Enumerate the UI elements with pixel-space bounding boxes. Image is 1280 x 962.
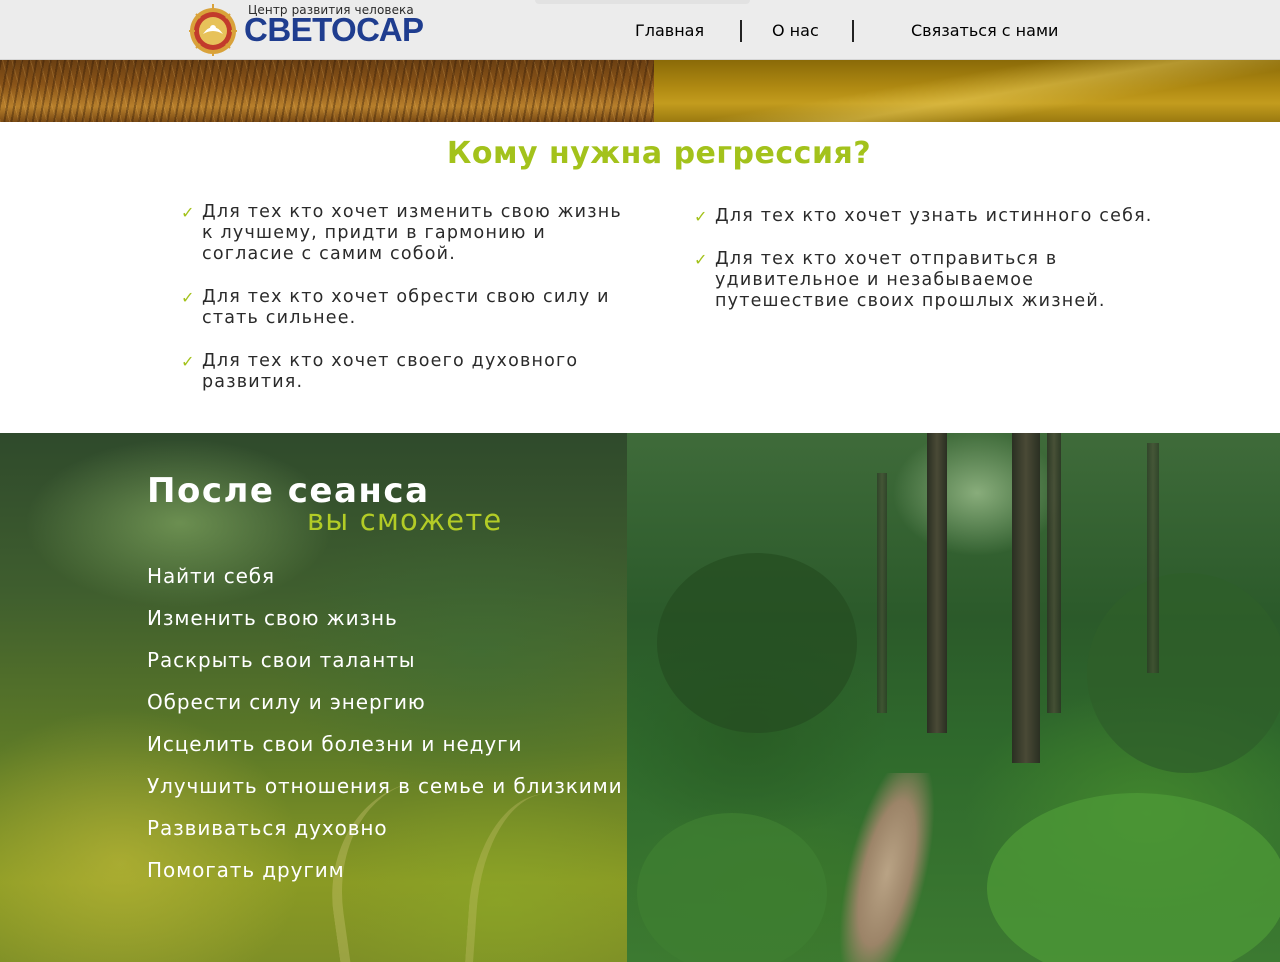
nav-item-home[interactable]: Главная [635,0,704,60]
tree-trunk [1047,433,1061,713]
list-item: ✓ Для тех кто хочет обрести свою силу и … [181,287,632,329]
benefits-list: Найти себя Изменить свою жизнь Раскрыть … [147,555,623,891]
tree-trunk [1012,433,1040,763]
nav-item-contact[interactable]: Связаться с нами [911,0,1058,60]
forest-path-image [627,433,1280,962]
nav-link-home[interactable]: Главная [635,21,704,40]
banner-field-image [0,60,654,122]
section-title: Кому нужна регрессия? [446,136,872,171]
after-session-subtitle: вы сможете [307,503,503,537]
list-item: ✓ Для тех кто хочет узнать истинного себ… [694,206,1165,227]
check-icon: ✓ [694,207,709,226]
list-item: Помогать другим [147,858,345,882]
list-item: Найти себя [147,564,275,588]
logo[interactable]: Центр развития человека СВЕТОСАР [186,2,426,58]
list-item: ✓ Для тех кто хочет своего духовного раз… [181,351,632,393]
tree-trunk [1147,443,1159,673]
hero-banner-strip [0,60,1280,122]
list-item: Улучшить отношения в семье и близкими [147,774,623,798]
check-icon: ✓ [181,203,196,222]
check-icon: ✓ [694,250,709,269]
list-item: ✓ Для тех кто хочет изменить свою жизнь … [181,202,632,265]
list-item: Развиваться духовно [147,816,388,840]
site-header: Центр развития человека СВЕТОСАР Главная… [0,0,1280,60]
list-item-text: Для тех кто хочет изменить свою жизнь к … [202,202,622,264]
check-icon: ✓ [181,352,196,371]
who-needs-section: Кому нужна регрессия? ✓ Для тех кто хоче… [0,122,1280,433]
list-item: Обрести силу и энергию [147,690,426,714]
check-icon: ✓ [181,288,196,307]
banner-road-image [654,60,1280,122]
logo-emblem-icon [189,4,237,56]
nav-link-contact[interactable]: Связаться с нами [911,21,1058,40]
list-item: Изменить свою жизнь [147,606,398,630]
tree-trunk [877,473,887,713]
after-session-section: После сеанса вы сможете Найти себя Измен… [0,433,1280,962]
list-item: ✓ Для тех кто хочет отправиться в удивит… [694,249,1115,312]
nav-divider [740,20,742,42]
nav-divider [852,20,854,42]
foliage-shape [1087,573,1280,773]
list-item: Раскрыть свои таланты [147,648,416,672]
foliage-shape [637,813,827,962]
list-item: Исцелить свои болезни и недуги [147,732,523,756]
foliage-shape [987,793,1280,962]
foliage-shape [657,553,857,733]
tree-trunk [927,433,947,733]
logo-name: СВЕТОСАР [244,11,424,48]
list-item-text: Для тех кто хочет обрести свою силу и ст… [202,287,610,328]
list-item-text: Для тех кто хочет узнать истинного себя. [715,206,1153,226]
nav-link-about[interactable]: О нас [772,21,819,40]
nav-item-about[interactable]: О нас [772,0,819,60]
list-item-text: Для тех кто хочет своего духовного разви… [202,351,579,392]
list-item-text: Для тех кто хочет отправиться в удивител… [715,249,1106,311]
